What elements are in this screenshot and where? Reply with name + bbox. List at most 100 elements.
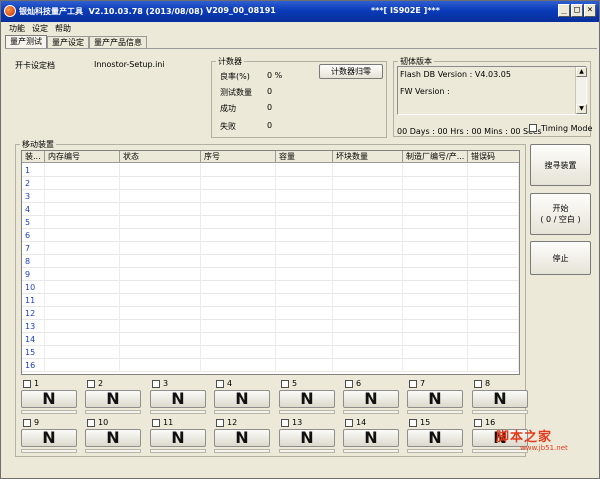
port-enable-checkbox[interactable] (409, 380, 417, 388)
firmware-scrollbar[interactable]: ▲ ▼ (575, 67, 587, 114)
table-row[interactable]: 2 (22, 177, 519, 190)
port-enable-checkbox[interactable] (281, 419, 289, 427)
port-slot: 7N (407, 379, 463, 415)
table-row[interactable]: 8 (22, 255, 519, 268)
table-row[interactable]: 16 (22, 359, 519, 372)
col-memory-id[interactable]: 内存编号 (45, 151, 120, 163)
table-cell (333, 346, 403, 359)
table-row[interactable]: 1 (22, 164, 519, 177)
port-status-button[interactable]: N (279, 390, 335, 408)
tab-strip: 量产测试 量产设定 量产产品信息 (5, 35, 147, 48)
port-number: 12 (227, 418, 238, 427)
menu-settings[interactable]: 设定 (32, 23, 48, 35)
port-enable-checkbox[interactable] (281, 380, 289, 388)
menu-help[interactable]: 帮助 (55, 23, 71, 35)
row-number: 8 (22, 255, 45, 268)
port-status-button[interactable]: N (407, 390, 463, 408)
table-cell (276, 177, 333, 190)
port-enable-checkbox[interactable] (216, 419, 224, 427)
port-status-button[interactable]: N (85, 390, 141, 408)
close-button[interactable]: × (584, 4, 596, 17)
row-number: 2 (22, 177, 45, 190)
reset-counter-button[interactable]: 计数器归零 (319, 64, 383, 79)
table-row[interactable]: 3 (22, 190, 519, 203)
table-row[interactable]: 10 (22, 281, 519, 294)
port-enable-checkbox[interactable] (345, 419, 353, 427)
table-cell (403, 255, 468, 268)
table-cell (468, 242, 519, 255)
port-status-button[interactable]: N (343, 429, 399, 447)
table-cell (45, 216, 120, 229)
yield-value: 0 % (267, 71, 283, 80)
port-progress-bar (407, 410, 463, 414)
table-row[interactable]: 7 (22, 242, 519, 255)
table-cell (201, 359, 276, 372)
port-enable-checkbox[interactable] (23, 380, 31, 388)
scroll-down-icon[interactable]: ▼ (576, 104, 587, 114)
port-enable-checkbox[interactable] (152, 380, 160, 388)
stop-button[interactable]: 停止 (530, 241, 591, 275)
col-bad-blocks[interactable]: 坏块数量 (333, 151, 403, 163)
port-enable-checkbox[interactable] (345, 380, 353, 388)
table-cell (333, 333, 403, 346)
table-cell (333, 320, 403, 333)
port-status-button[interactable]: N (150, 429, 206, 447)
table-row[interactable]: 14 (22, 333, 519, 346)
maximize-button[interactable]: □ (571, 4, 583, 17)
port-status-button[interactable]: N (214, 390, 270, 408)
scroll-up-icon[interactable]: ▲ (576, 67, 587, 77)
tab-production-settings[interactable]: 量产设定 (47, 36, 89, 48)
col-device[interactable]: 装... (22, 151, 45, 163)
table-row[interactable]: 12 (22, 307, 519, 320)
start-count: ( 0 / 空白 ) (540, 215, 581, 224)
table-row[interactable]: 6 (22, 229, 519, 242)
search-device-button[interactable]: 搜寻装置 (530, 144, 591, 186)
search-device-label: 搜寻装置 (544, 160, 577, 170)
row-number: 5 (22, 216, 45, 229)
port-status-button[interactable]: N (21, 429, 77, 447)
port-enable-checkbox[interactable] (474, 380, 482, 388)
table-cell (403, 229, 468, 242)
table-row[interactable]: 13 (22, 320, 519, 333)
table-cell (333, 177, 403, 190)
row-number: 13 (22, 320, 45, 333)
port-enable-checkbox[interactable] (409, 419, 417, 427)
table-cell (333, 359, 403, 372)
col-vendor-id[interactable]: 制造厂编号/产... (403, 151, 468, 163)
col-serial[interactable]: 序号 (201, 151, 276, 163)
menu-function[interactable]: 功能 (9, 23, 25, 35)
window-controls: _ □ × (558, 4, 596, 17)
port-enable-checkbox[interactable] (87, 380, 95, 388)
tab-production-test[interactable]: 量产测试 (5, 35, 47, 48)
table-row[interactable]: 11 (22, 294, 519, 307)
port-status-button[interactable]: N (279, 429, 335, 447)
port-status-button[interactable]: N (85, 429, 141, 447)
port-slot: 15 N (407, 418, 463, 454)
col-status[interactable]: 状态 (120, 151, 201, 163)
table-row[interactable]: 9 (22, 268, 519, 281)
table-row[interactable]: 4 (22, 203, 519, 216)
table-row[interactable]: 5 (22, 216, 519, 229)
minimize-button[interactable]: _ (558, 4, 570, 17)
port-status-button[interactable]: N (343, 390, 399, 408)
start-button[interactable]: 开始 ( 0 / 空白 ) (530, 193, 591, 235)
col-error-code[interactable]: 错误码 (468, 151, 519, 163)
port-status-button[interactable]: N (214, 429, 270, 447)
port-status-button[interactable]: N (472, 390, 528, 408)
port-slot: 6N (343, 379, 399, 415)
timing-mode-checkbox[interactable] (529, 124, 537, 132)
port-enable-checkbox[interactable] (474, 419, 482, 427)
table-cell (201, 177, 276, 190)
table-cell (276, 281, 333, 294)
port-status-button[interactable]: N (150, 390, 206, 408)
port-status-button[interactable]: N (407, 429, 463, 447)
port-status-button[interactable]: N (21, 390, 77, 408)
port-enable-checkbox[interactable] (152, 419, 160, 427)
tab-product-info[interactable]: 量产产品信息 (89, 36, 147, 48)
table-row[interactable]: 15 (22, 346, 519, 359)
port-enable-checkbox[interactable] (23, 419, 31, 427)
port-enable-checkbox[interactable] (87, 419, 95, 427)
port-enable-checkbox[interactable] (216, 380, 224, 388)
table-cell (403, 294, 468, 307)
col-capacity[interactable]: 容量 (276, 151, 333, 163)
